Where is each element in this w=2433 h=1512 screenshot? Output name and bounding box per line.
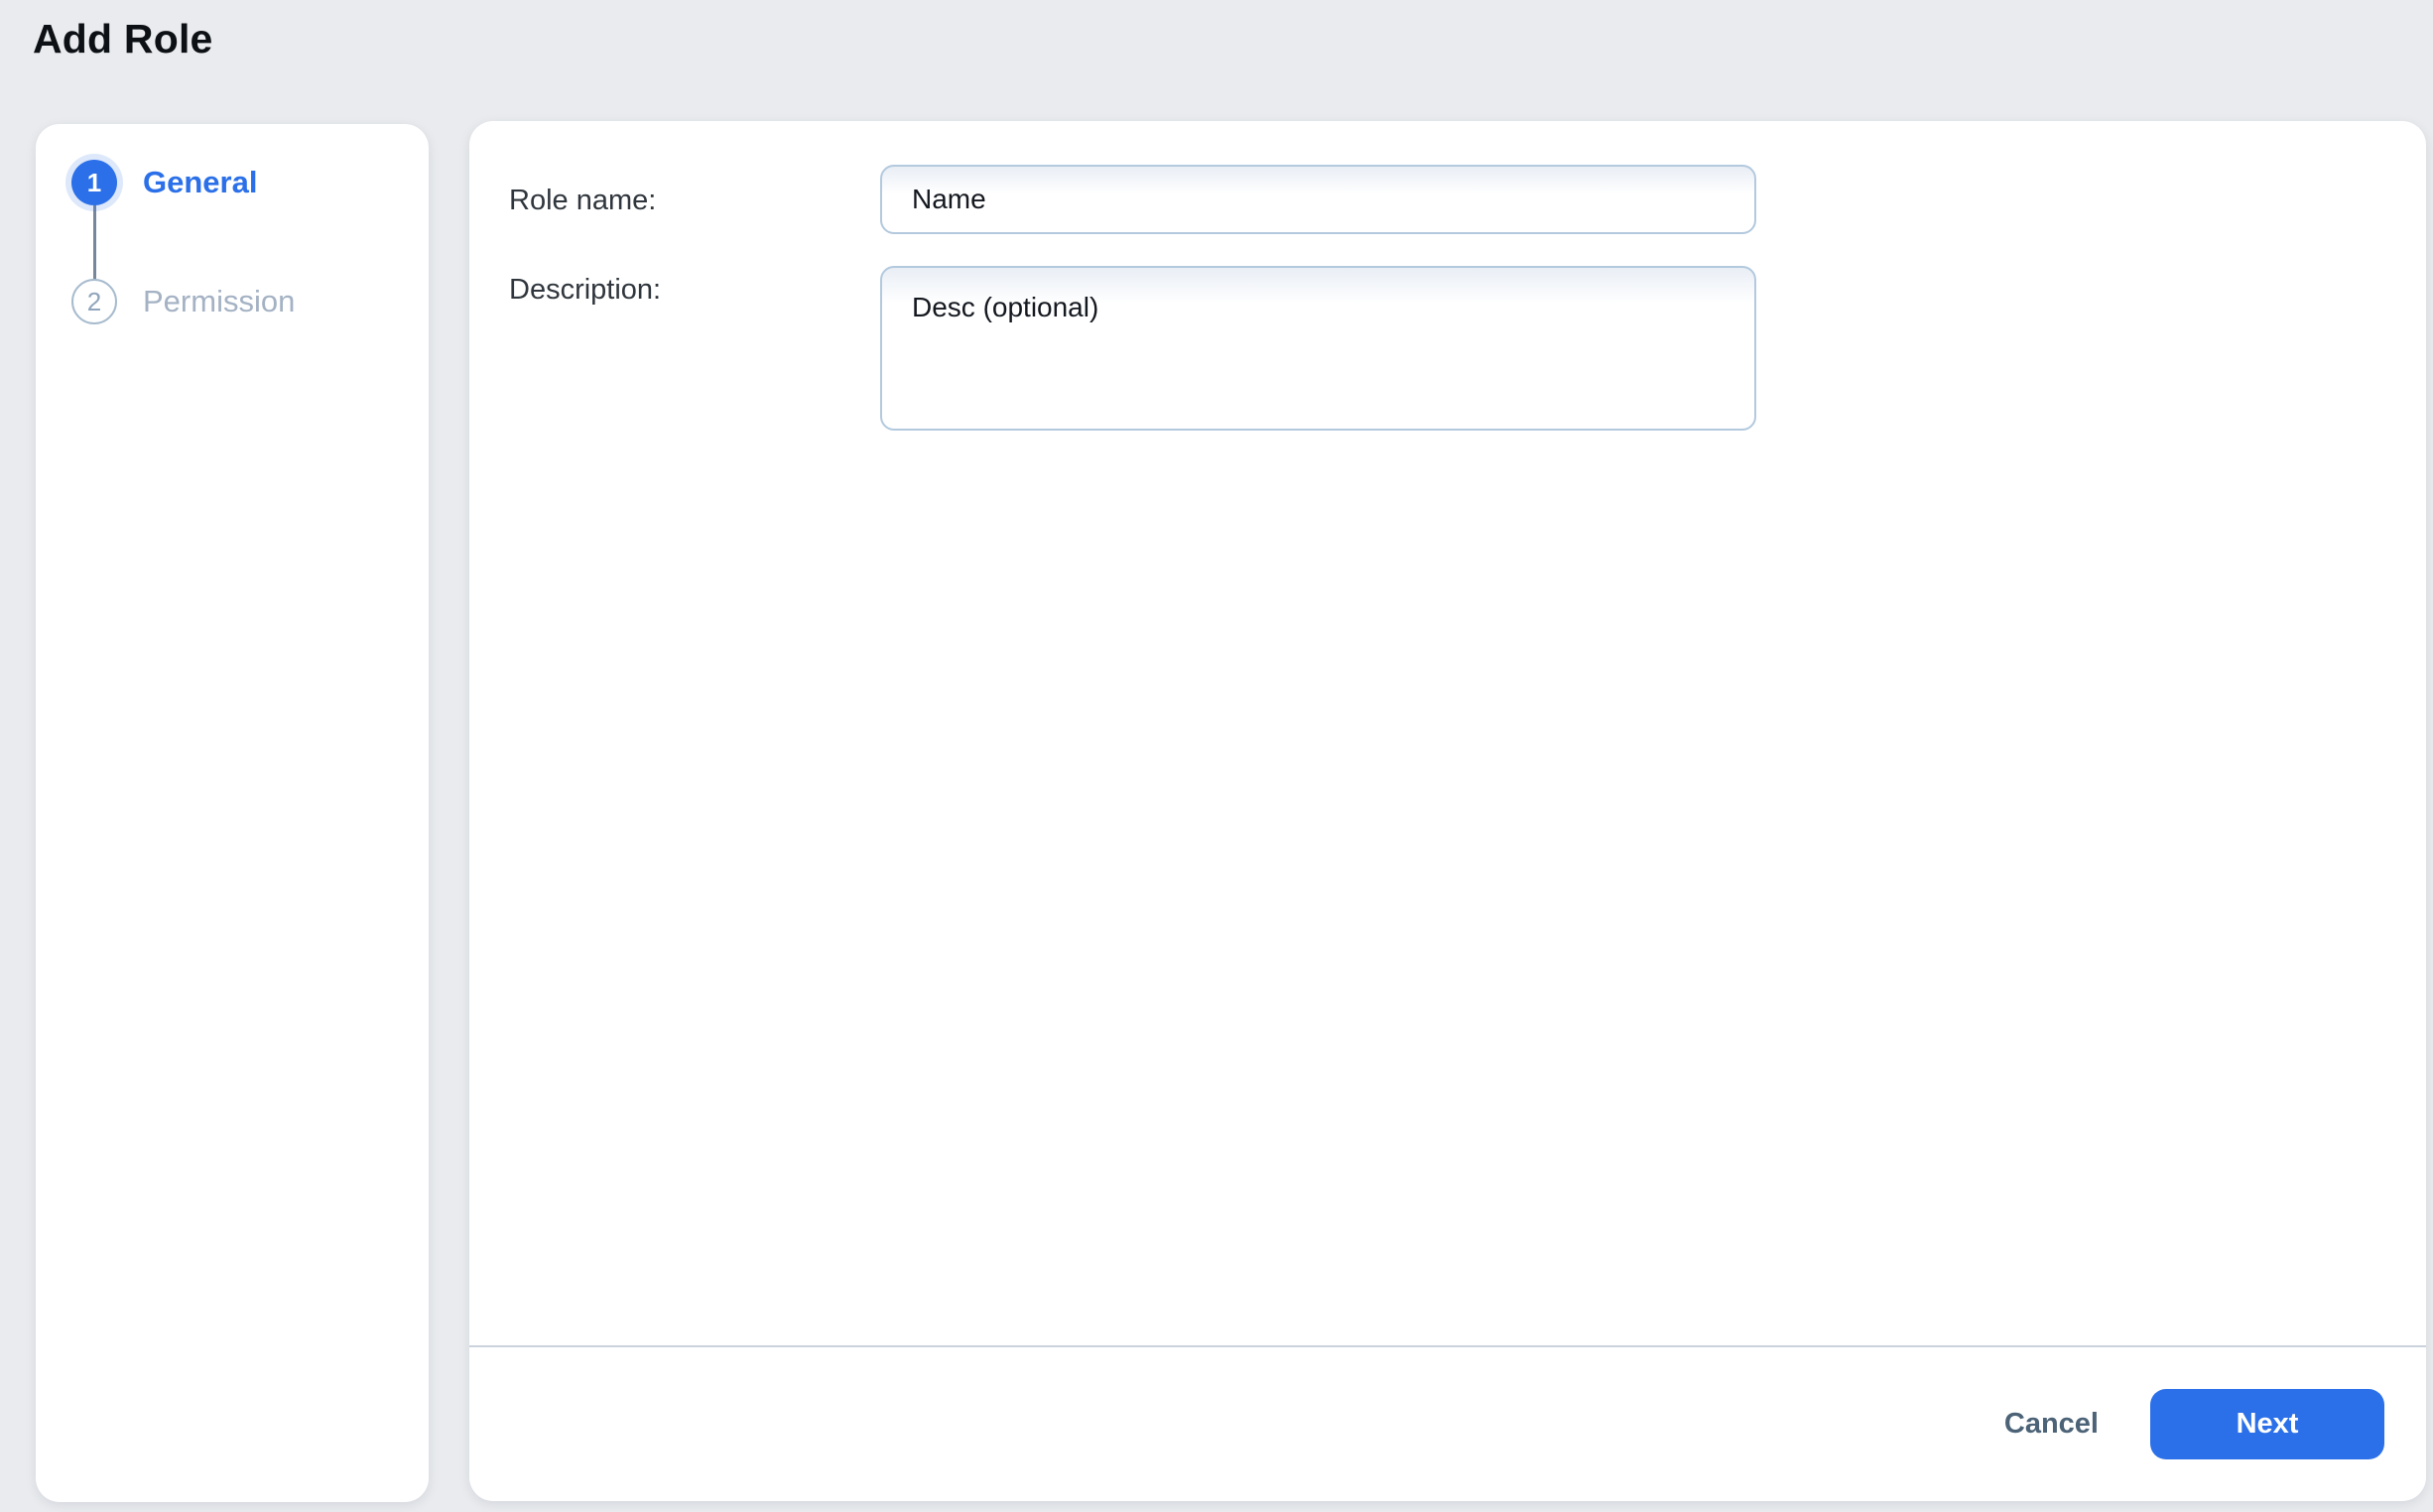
- stepper-connector: [93, 203, 96, 283]
- role-name-input[interactable]: [880, 165, 1756, 234]
- description-label: Description:: [509, 274, 661, 307]
- description-input[interactable]: [880, 266, 1756, 431]
- step-2-number-badge: 2: [71, 279, 117, 324]
- footer-action-bar: Cancel Next: [469, 1345, 2426, 1501]
- page-title: Add Role: [33, 16, 213, 63]
- step-2-label: Permission: [143, 284, 295, 319]
- stepper-step-general[interactable]: 1 General: [36, 160, 429, 205]
- stepper-step-permission[interactable]: 2 Permission: [36, 279, 429, 324]
- step-1-number: 1: [87, 168, 101, 198]
- add-role-screen: Add Role 1 General 2 Permission Role nam…: [0, 0, 2433, 1512]
- stepper-panel: 1 General 2 Permission: [36, 124, 429, 1502]
- step-2-number: 2: [87, 287, 101, 317]
- step-1-label: General: [143, 165, 257, 200]
- cancel-button[interactable]: Cancel: [1998, 1398, 2105, 1450]
- next-button[interactable]: Next: [2150, 1389, 2384, 1459]
- role-name-label: Role name:: [509, 185, 656, 217]
- general-step-form-panel: Role name: Description: Cancel Next: [469, 121, 2426, 1501]
- step-1-number-badge: 1: [71, 160, 117, 205]
